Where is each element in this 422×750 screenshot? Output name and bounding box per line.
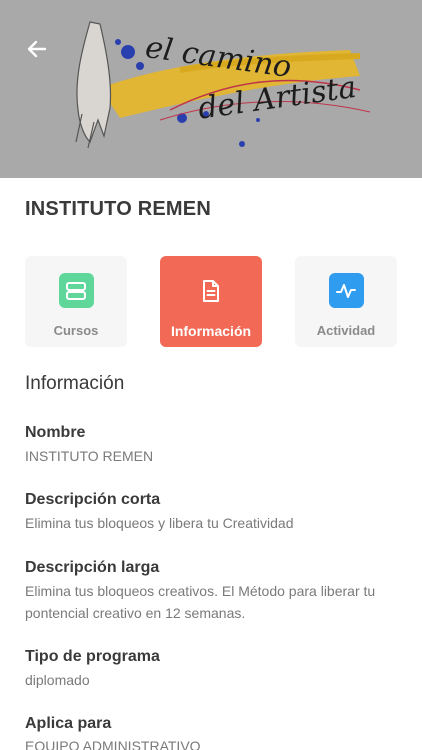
field-value-tipo-programa: diplomado (25, 672, 90, 688)
tab-informacion-label: Información (170, 323, 252, 339)
tab-actividad[interactable]: Actividad (295, 256, 397, 347)
courses-icon-tile (58, 273, 94, 308)
section-tabs: Cursos Información Actividad (25, 256, 397, 347)
field-value-descripcion-corta: Elimina tus bloqueos y libera tu Creativ… (25, 515, 294, 531)
field-label-aplica-para: Aplica para (25, 715, 112, 732)
field-label-tipo-programa: Tipo de programa (25, 648, 160, 665)
field-label-nombre: Nombre (25, 424, 86, 441)
field-value-nombre: INSTITUTO REMEN (25, 448, 154, 464)
tab-informacion[interactable]: Información (160, 256, 262, 347)
document-icon (203, 279, 219, 302)
stacked-rows-icon (66, 281, 86, 300)
header-banner: el camino del Artista (0, 0, 422, 178)
arrow-left-icon (27, 40, 47, 58)
activity-icon-tile (328, 273, 364, 308)
field-label-descripcion-corta: Descripción corta (25, 491, 161, 508)
field-value-aplica-para: EQUIPO ADMINISTRATIVO (25, 738, 201, 750)
institution-title: INSTITUTO REMEN (25, 198, 211, 220)
info-icon-tile (194, 273, 229, 308)
activity-pulse-icon (336, 283, 356, 298)
field-value-descripcion-larga: Elimina tus bloqueos creativos. El Métod… (25, 583, 376, 621)
tab-cursos[interactable]: Cursos (25, 256, 127, 347)
tab-actividad-label: Actividad (316, 323, 376, 338)
back-button[interactable] (22, 34, 52, 64)
tab-cursos-label: Cursos (53, 323, 99, 338)
info-section-title: Información (25, 373, 125, 394)
field-label-descripcion-larga: Descripción larga (25, 559, 160, 576)
